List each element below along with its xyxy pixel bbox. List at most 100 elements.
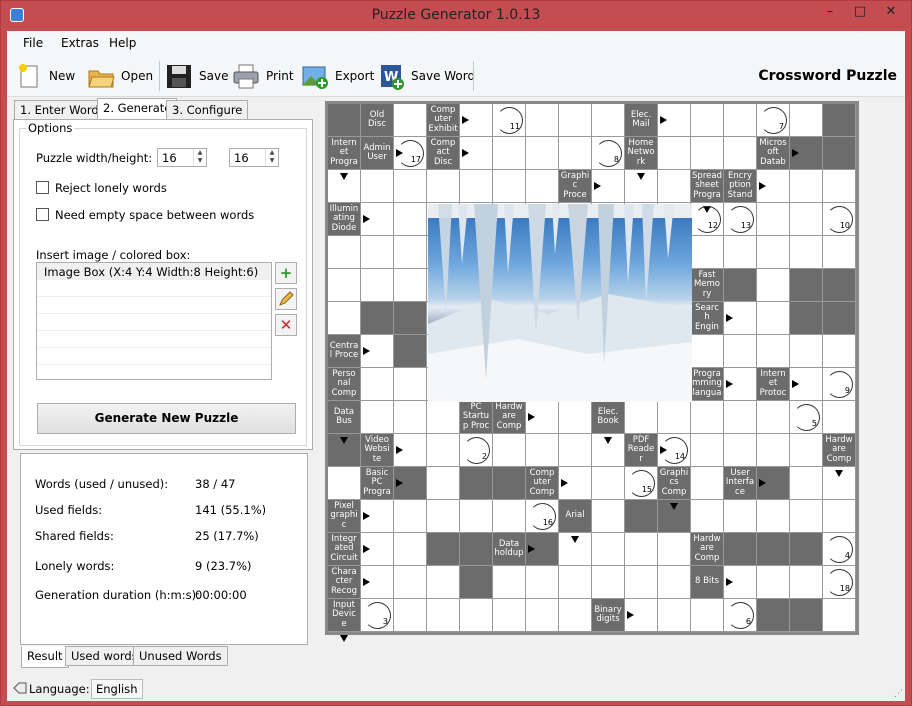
generate-puzzle-button[interactable]: Generate New Puzzle (37, 403, 296, 434)
grid-cell (460, 467, 493, 500)
arrow-right-icon (363, 545, 370, 553)
grid-cell (526, 104, 559, 137)
title-bar: Puzzle Generator 1.0.13 – □ ✕ (1, 1, 911, 31)
tab-configure[interactable]: 3. Configure (166, 100, 249, 120)
grid-cell (790, 599, 823, 632)
clue-cell: Graphi cs Comp (658, 467, 691, 500)
save-word-label: Save Word (411, 69, 476, 83)
grid-cell (658, 599, 691, 632)
solution-number: 7 (760, 107, 787, 134)
grid-cell (394, 368, 427, 401)
clue-cell: PC Startu p Proc (460, 401, 493, 434)
arrow-right-icon (792, 380, 799, 388)
toolbar-separator (159, 61, 160, 91)
width-stepper[interactable]: 16 ▲ ▼ (157, 148, 207, 167)
maximize-button[interactable]: □ (845, 1, 875, 23)
resize-grip-icon[interactable]: ⋰ (894, 689, 903, 699)
close-button[interactable]: ✕ (875, 1, 907, 23)
clue-cell: Centra l Proce (328, 335, 361, 368)
delete-icon[interactable]: ✕ (275, 314, 297, 336)
grid-cell (592, 104, 625, 137)
print-button[interactable]: Print (232, 59, 294, 93)
tab-used-words[interactable]: Used words (65, 646, 144, 666)
grid-cell (724, 104, 757, 137)
grid-cell (394, 566, 427, 599)
arrow-right-icon (462, 116, 469, 124)
insert-image-label: Insert image / colored box: (36, 248, 191, 262)
grid-cell (427, 533, 460, 566)
grid-cell (328, 302, 361, 335)
arrow-right-icon (528, 413, 535, 421)
language-select[interactable]: English (91, 679, 143, 699)
solution-number: 10 (826, 206, 853, 233)
stat-value: 25 (17.7%) (195, 529, 259, 543)
grid-cell (460, 170, 493, 203)
grid-cell (691, 104, 724, 137)
clue-cell: Comp uter Comp (526, 467, 559, 500)
grid-cell (328, 467, 361, 500)
open-button[interactable]: Open (87, 59, 153, 93)
clue-cell: Old Disc (361, 104, 394, 137)
minimize-button[interactable]: – (815, 1, 845, 23)
edit-icon[interactable] (275, 288, 297, 310)
grid-cell (790, 203, 823, 236)
grid-cell (757, 434, 790, 467)
grid-cell (691, 434, 724, 467)
grid-cell (361, 269, 394, 302)
solution-number: 18 (826, 569, 853, 596)
grid-cell (625, 500, 658, 533)
grid-cell (691, 599, 724, 632)
solution-number: 11 (496, 107, 523, 134)
clue-cell: Data holdup (493, 533, 526, 566)
arrow-right-icon (792, 149, 799, 157)
need-space-label[interactable]: Need empty space between words (55, 208, 254, 222)
grid-cell (823, 599, 856, 632)
arrow-right-icon (627, 611, 634, 619)
menu-file[interactable]: File (23, 36, 43, 50)
grid-cell (658, 170, 691, 203)
grid-cell (757, 335, 790, 368)
clue-cell: Arial (559, 500, 592, 533)
add-icon[interactable]: + (275, 262, 297, 284)
grid-cell (823, 335, 856, 368)
save-button[interactable]: Save (165, 59, 228, 93)
grid-cell (790, 434, 823, 467)
grid-cell (757, 203, 790, 236)
new-button[interactable]: New (15, 59, 75, 93)
stat-value: 38 / 47 (195, 477, 236, 491)
grid-cell (493, 170, 526, 203)
spin-arrows-icon[interactable]: ▲ ▼ (193, 149, 206, 166)
grid-cell (757, 599, 790, 632)
grid-cell (493, 137, 526, 170)
list-item[interactable]: Image Box (X:4 Y:4 Width:8 Height:6) (37, 263, 271, 280)
height-stepper[interactable]: 16 ▲ ▼ (229, 148, 279, 167)
save-word-button[interactable]: W Save Word (377, 59, 475, 93)
need-space-checkbox[interactable] (36, 208, 49, 221)
grid-cell (724, 533, 757, 566)
tab-result[interactable]: Result (21, 646, 69, 668)
grid-cell (361, 368, 394, 401)
options-label: Options (26, 121, 75, 135)
menu-extras[interactable]: Extras (61, 36, 99, 50)
grid-cell (394, 401, 427, 434)
grid-cell (526, 599, 559, 632)
grid-cell (790, 236, 823, 269)
export-button[interactable]: Export (301, 59, 374, 93)
stat-value: 00:00:00 (195, 588, 247, 602)
grid-cell (691, 401, 724, 434)
reject-lonely-label[interactable]: Reject lonely words (55, 181, 167, 195)
menu-help[interactable]: Help (109, 36, 136, 50)
grid-cell (394, 269, 427, 302)
tab-unused-words[interactable]: Unused Words (133, 646, 228, 666)
reject-lonely-checkbox[interactable] (36, 181, 49, 194)
clue-cell: Binary digits (592, 599, 625, 632)
grid-cell (691, 137, 724, 170)
puzzle-type-heading: Crossword Puzzle (758, 68, 897, 84)
arrow-right-icon (660, 116, 667, 124)
grid-cell (790, 335, 823, 368)
image-box-list[interactable]: Image Box (X:4 Y:4 Width:8 Height:6) (36, 262, 272, 380)
grid-cell (427, 401, 460, 434)
grid-cell (427, 500, 460, 533)
grid-cell (394, 236, 427, 269)
spin-arrows-icon[interactable]: ▲ ▼ (265, 149, 278, 166)
